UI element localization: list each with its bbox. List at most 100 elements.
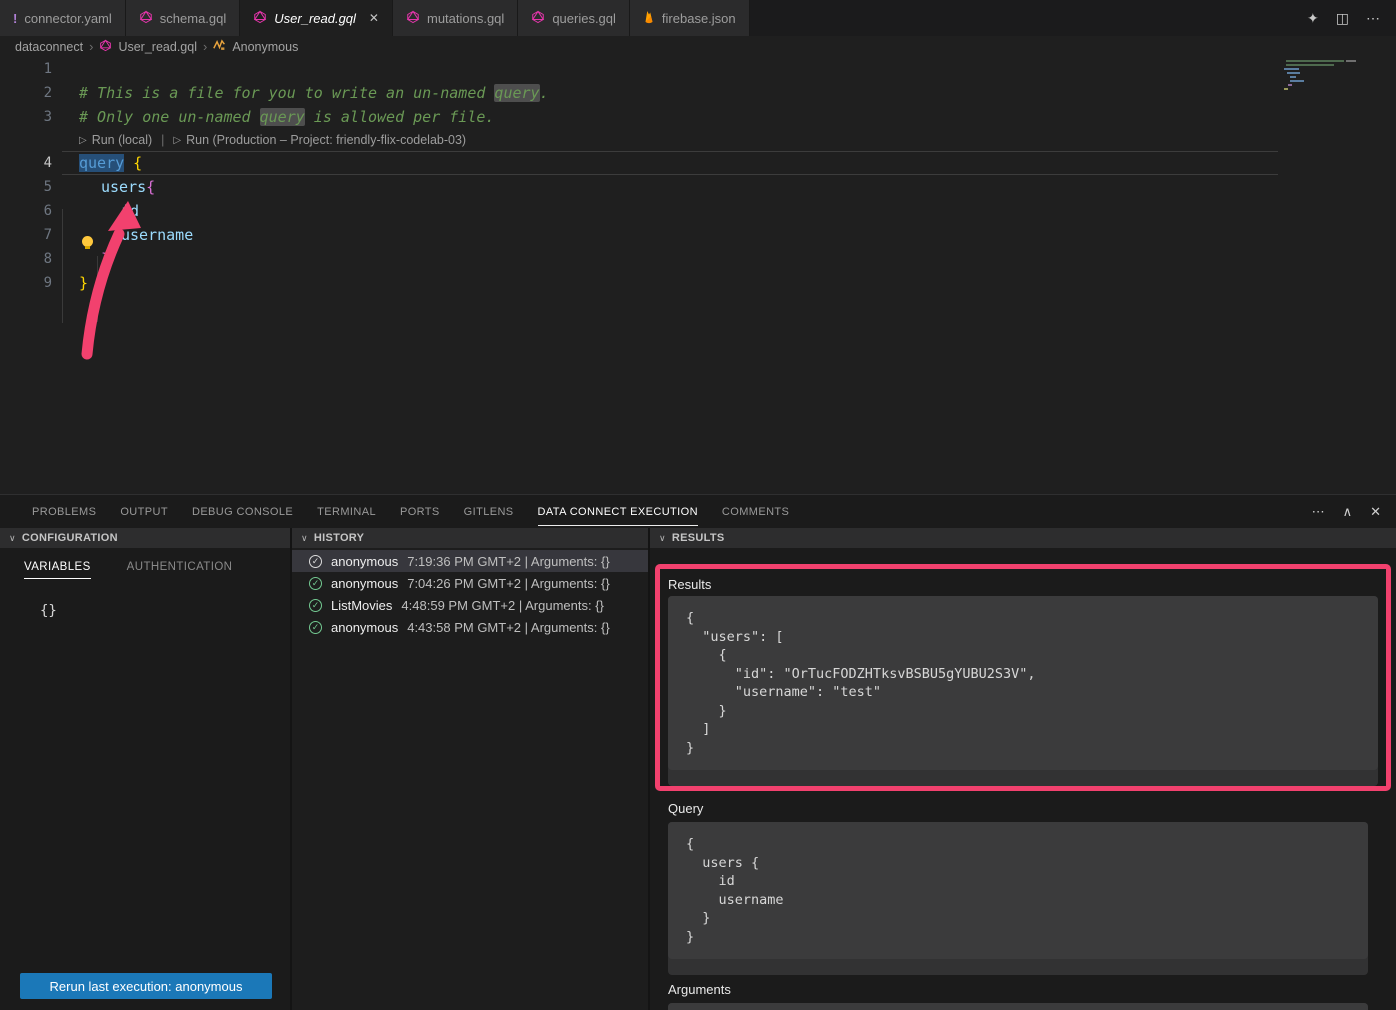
panel-tab-bar: PROBLEMS OUTPUT DEBUG CONSOLE TERMINAL P… (0, 495, 1396, 528)
codelens-run-actions: ▷ Run (local) | ▷ Run (Production – Project:… (79, 129, 466, 151)
pass-check-icon: ✓ (309, 577, 322, 590)
history-name: anonymous (331, 554, 398, 569)
line-number: 7 (0, 223, 52, 247)
tab-variables[interactable]: VARIABLES (24, 561, 91, 579)
tab-queries-gql[interactable]: queries.gql (518, 0, 630, 36)
results-annotation-rectangle: Results { "users": [ { "id": "OrTucFODZH… (655, 564, 1391, 791)
chevron-down-icon: ∨ (659, 533, 666, 544)
word-highlight: query (494, 84, 539, 102)
breadcrumb-folder[interactable]: dataconnect (15, 40, 83, 54)
minimap-line (1284, 68, 1299, 70)
variables-value[interactable]: {} (0, 579, 290, 619)
tab-label: mutations.gql (427, 11, 504, 26)
minimap-line (1288, 84, 1292, 86)
annotation-arrow (60, 187, 150, 362)
line-number-current: 4 (0, 151, 52, 175)
minimap-line (1284, 88, 1288, 90)
history-section: ∨ HISTORY ✓ anonymous 7:19:36 PM GMT+2 |… (292, 528, 648, 1010)
tab-label: schema.gql (160, 11, 226, 26)
vscode-window: ! connector.yaml schema.gql User_read.gq… (0, 0, 1396, 1010)
maximize-panel-icon[interactable]: ∧ (1343, 504, 1353, 520)
panel-tab-debug-console[interactable]: DEBUG CONSOLE (180, 506, 305, 518)
code-line-comment-2: # Only one un-named query is allowed per… (79, 105, 494, 129)
symbol-query-icon (213, 39, 226, 54)
breadcrumb-file[interactable]: User_read.gql (118, 40, 197, 54)
results-section: ∨ RESULTS Results { "users": [ { "id": "… (650, 528, 1396, 1010)
query-box: { users { id username } } (668, 822, 1368, 975)
minimap-line (1290, 80, 1304, 82)
tab-firebase-json[interactable]: firebase.json (630, 0, 750, 36)
breadcrumb-symbol[interactable]: Anonymous (232, 40, 298, 54)
codelens-separator: | (161, 133, 164, 147)
split-editor-icon[interactable]: ◫ (1336, 10, 1349, 27)
editor-actions: ✦ ◫ ⋯ (1307, 0, 1396, 36)
graphql-icon (99, 39, 112, 55)
tab-authentication[interactable]: AUTHENTICATION (127, 561, 233, 579)
run-local-link[interactable]: Run (local) (92, 133, 152, 147)
history-name: anonymous (331, 620, 398, 635)
run-icon: ▷ (79, 135, 87, 146)
configuration-title: CONFIGURATION (22, 532, 118, 544)
minimap[interactable] (1280, 57, 1396, 494)
query-text[interactable]: { users { id username } } (668, 822, 1368, 959)
line-number: 3 (0, 105, 52, 129)
arguments-label: Arguments (668, 982, 1396, 997)
pass-check-icon: ✓ (309, 621, 322, 634)
close-tab-icon[interactable]: ✕ (369, 11, 379, 25)
results-json-box: { "users": [ { "id": "OrTucFODZHTksvBSBU… (668, 596, 1378, 786)
rerun-last-execution-button[interactable]: Rerun last execution: anonymous (20, 973, 272, 999)
close-panel-icon[interactable]: ✕ (1370, 504, 1381, 520)
tab-mutations-gql[interactable]: mutations.gql (393, 0, 518, 36)
panel-tab-comments[interactable]: COMMENTS (710, 506, 801, 518)
minimap-line (1346, 60, 1356, 62)
current-line-highlight (62, 151, 1278, 175)
history-row[interactable]: ✓ ListMovies 4:48:59 PM GMT+2 | Argument… (292, 594, 648, 616)
configuration-section: ∨ CONFIGURATION VARIABLES AUTHENTICATION… (0, 528, 290, 1010)
results-header[interactable]: ∨ RESULTS (650, 528, 1396, 548)
graphql-icon (139, 10, 153, 27)
results-json[interactable]: { "users": [ { "id": "OrTucFODZHTksvBSBU… (668, 596, 1378, 770)
panel-tab-terminal[interactable]: TERMINAL (305, 506, 388, 518)
panel-tab-problems[interactable]: PROBLEMS (20, 506, 108, 518)
chevron-down-icon: ∨ (9, 533, 16, 544)
more-actions-icon[interactable]: ⋯ (1366, 10, 1380, 27)
panel-tab-output[interactable]: OUTPUT (108, 506, 180, 518)
tab-user-read-gql[interactable]: User_read.gql ✕ (240, 0, 393, 36)
panel-tab-ports[interactable]: PORTS (388, 506, 452, 518)
results-title: RESULTS (672, 532, 725, 544)
configuration-header[interactable]: ∨ CONFIGURATION (0, 528, 290, 548)
graphql-icon (253, 10, 267, 27)
editor-tab-bar: ! connector.yaml schema.gql User_read.gq… (0, 0, 1396, 36)
run-icon: ▷ (173, 135, 181, 146)
history-row[interactable]: ✓ anonymous 7:19:36 PM GMT+2 | Arguments… (292, 550, 648, 572)
minimap-line (1286, 60, 1344, 62)
pass-check-icon: ✓ (309, 555, 322, 568)
history-title: HISTORY (314, 532, 364, 544)
tab-label: User_read.gql (274, 11, 356, 26)
yaml-icon: ! (13, 11, 17, 26)
configuration-tabs: VARIABLES AUTHENTICATION (0, 548, 290, 579)
tab-schema-gql[interactable]: schema.gql (126, 0, 240, 36)
history-row[interactable]: ✓ anonymous 7:04:26 PM GMT+2 | Arguments… (292, 572, 648, 594)
graphql-icon (531, 10, 545, 27)
chevron-down-icon: ∨ (301, 533, 308, 544)
sparkle-copilot-icon[interactable]: ✦ (1307, 10, 1319, 27)
more-actions-icon[interactable]: ⋯ (1312, 504, 1325, 520)
word-highlight: query (260, 108, 305, 126)
history-header[interactable]: ∨ HISTORY (292, 528, 648, 548)
tab-connector-yaml[interactable]: ! connector.yaml (0, 0, 126, 36)
minimap-line (1290, 76, 1296, 78)
tab-label: connector.yaml (24, 11, 111, 26)
history-row[interactable]: ✓ anonymous 4:43:58 PM GMT+2 | Arguments… (292, 616, 648, 638)
tab-label: firebase.json (662, 11, 736, 26)
arguments-value[interactable]: {} (668, 1003, 1368, 1010)
run-production-link[interactable]: Run (Production – Project: friendly-flix… (186, 133, 466, 147)
panel-actions: ⋯ ∧ ✕ (1312, 504, 1396, 520)
query-keyword-selected: query (79, 154, 124, 172)
firebase-icon (643, 10, 655, 27)
breadcrumb: dataconnect › User_read.gql › Anonymous (0, 36, 1396, 57)
panel-tab-data-connect-execution[interactable]: DATA CONNECT EXECUTION (526, 506, 710, 518)
code-editor[interactable]: 1 2 3 4 5 6 7 8 9 # This is a file for y… (0, 57, 1396, 494)
arguments-box: {} (668, 1003, 1368, 1010)
panel-tab-gitlens[interactable]: GITLENS (452, 506, 526, 518)
